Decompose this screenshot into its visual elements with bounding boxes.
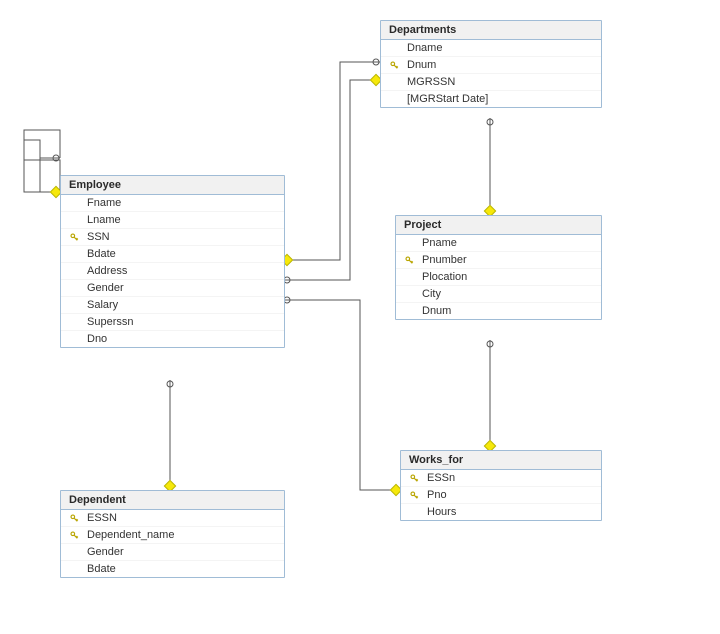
table-header: Employee [61,176,284,195]
primary-key-icon [405,256,414,265]
pk-marker [67,233,81,242]
table-field[interactable]: Dnum [381,57,601,74]
field-name: Lname [87,214,121,226]
table-field[interactable]: Gender [61,280,284,297]
table-dependent[interactable]: Dependent ESSN Dependent_name Gender Bdate [60,490,285,578]
table-field[interactable]: Dname [381,40,601,57]
table-field[interactable]: ESSn [401,470,601,487]
table-field[interactable]: Lname [61,212,284,229]
field-name: Dependent_name [87,529,174,541]
field-name: SSN [87,231,110,243]
er-canvas: { "tables": { "departments": { "title": … [0,0,720,634]
primary-key-icon [70,514,79,523]
table-field[interactable]: MGRSSN [381,74,601,91]
field-name: MGRSSN [407,76,455,88]
table-field[interactable]: Bdate [61,246,284,263]
table-employee[interactable]: Employee Fname Lname SSN Bdate Address Gender… [60,175,285,348]
field-name: Superssn [87,316,133,328]
field-name: Dnum [422,305,451,317]
table-field[interactable]: Address [61,263,284,280]
table-field[interactable]: Pnumber [396,252,601,269]
field-list: ESSN Dependent_name Gender Bdate [61,510,284,577]
pk-marker [387,61,401,70]
table-works-for[interactable]: Works_for ESSn Pno Hours [400,450,602,521]
pk-marker [67,514,81,523]
field-name: Dno [87,333,107,345]
pk-marker [402,256,416,265]
field-name: Gender [87,282,124,294]
field-name: Plocation [422,271,467,283]
field-name: Hours [427,506,456,518]
field-name: ESSN [87,512,117,524]
field-list: Fname Lname SSN Bdate Address Gender Salary Sup… [61,195,284,347]
primary-key-icon [410,474,419,483]
field-name: Pname [422,237,457,249]
field-name: Dnum [407,59,436,71]
table-field[interactable]: Dependent_name [61,527,284,544]
field-name: Bdate [87,248,116,260]
field-list: Pname Pnumber Plocation City Dnum [396,235,601,319]
primary-key-icon [70,233,79,242]
table-field[interactable]: Gender [61,544,284,561]
field-list: ESSn Pno Hours [401,470,601,520]
table-field[interactable]: Plocation [396,269,601,286]
field-name: [MGRStart Date] [407,93,488,105]
table-field[interactable]: Superssn [61,314,284,331]
pk-marker [407,474,421,483]
table-field[interactable]: Dno [61,331,284,347]
primary-key-icon [70,531,79,540]
table-field[interactable]: Pname [396,235,601,252]
field-name: Address [87,265,127,277]
table-field[interactable]: Pno [401,487,601,504]
field-name: Fname [87,197,121,209]
primary-key-icon [390,61,399,70]
field-list: Dname Dnum MGRSSN [MGRStart Date] [381,40,601,107]
table-field[interactable]: SSN [61,229,284,246]
field-name: Pno [427,489,447,501]
pk-marker [67,531,81,540]
table-departments[interactable]: Departments Dname Dnum MGRSSN [MGRStart Dat… [380,20,602,108]
table-header: Dependent [61,491,284,510]
table-project[interactable]: Project Pname Pnumber Plocation City Dnum [395,215,602,320]
field-name: Salary [87,299,118,311]
table-field[interactable]: ESSN [61,510,284,527]
table-field[interactable]: Dnum [396,303,601,319]
field-name: Dname [407,42,442,54]
field-name: Bdate [87,563,116,575]
table-header: Works_for [401,451,601,470]
field-name: City [422,288,441,300]
table-header: Project [396,216,601,235]
pk-marker [407,491,421,500]
table-field[interactable]: City [396,286,601,303]
field-name: ESSn [427,472,455,484]
table-field[interactable]: Bdate [61,561,284,577]
field-name: Gender [87,546,124,558]
table-header: Departments [381,21,601,40]
field-name: Pnumber [422,254,467,266]
table-field[interactable]: Salary [61,297,284,314]
table-field[interactable]: [MGRStart Date] [381,91,601,107]
primary-key-icon [410,491,419,500]
table-field[interactable]: Hours [401,504,601,520]
table-field[interactable]: Fname [61,195,284,212]
